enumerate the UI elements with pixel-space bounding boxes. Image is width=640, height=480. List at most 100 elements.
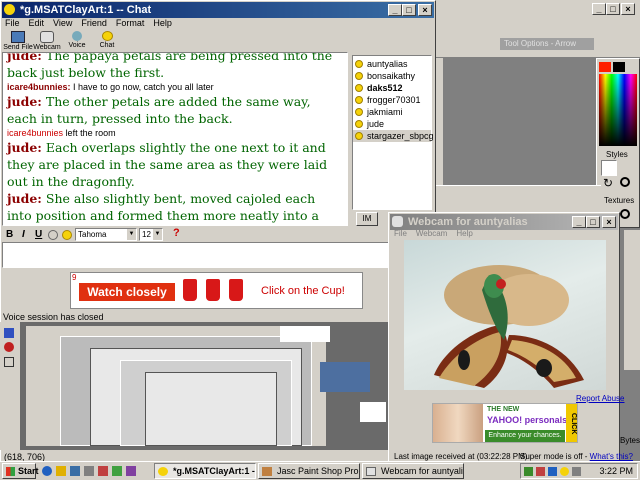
webcam-label: Webcam (33, 44, 61, 51)
tool-icon[interactable] (4, 328, 14, 338)
start-button[interactable]: Start (2, 463, 39, 479)
textures-label: Textures (604, 196, 635, 205)
underline-button[interactable]: U (35, 229, 42, 240)
chat-close-button[interactable]: × (418, 4, 432, 16)
ad-click: CLICK (566, 404, 577, 442)
font-size-select[interactable]: 12 ▼ (139, 228, 163, 241)
webcam-menu-help[interactable]: Help (456, 229, 472, 238)
buddy-item[interactable]: jude (353, 118, 431, 130)
webcam-menu-webcam[interactable]: Webcam (416, 229, 447, 238)
tool-icon[interactable] (4, 342, 14, 352)
app-icon[interactable] (126, 466, 136, 476)
im-button[interactable]: IM (356, 212, 378, 226)
bold-button[interactable]: B (6, 229, 13, 240)
desktop-icon[interactable] (70, 466, 80, 476)
ad-banner[interactable]: 9 Watch closely Click on the Cup! (70, 272, 363, 309)
italic-button[interactable]: I (22, 229, 25, 240)
buddy-item[interactable]: frogger70301 (353, 94, 431, 106)
clay-dragonfly-picture (434, 265, 584, 388)
webcam-menu-file[interactable]: File (394, 229, 407, 238)
chat-menu-bar: File Edit View Friend Format Help (5, 18, 181, 29)
send-file-button[interactable]: Send File (3, 31, 33, 53)
chevron-down-icon: ▼ (153, 229, 162, 240)
color-picker-spectrum[interactable] (599, 74, 637, 146)
tool-options-titlebar[interactable]: Tool Options - Arrow (500, 38, 594, 50)
chat-label: Chat (99, 42, 115, 49)
chat-titlebar[interactable]: *g.MSATClayArt:1 -- Chat (2, 2, 434, 18)
color-swatch-black[interactable] (613, 62, 625, 72)
no-texture-icon[interactable] (620, 209, 630, 219)
recursive-screenshot (20, 322, 390, 450)
buddy-item[interactable]: auntyalias (353, 58, 431, 70)
menu-friend[interactable]: Friend (81, 18, 107, 28)
buddy-list: auntyalias bonsaikathy daks512 frogger70… (352, 55, 434, 210)
quick-launch (40, 464, 150, 478)
psp-close-button[interactable]: × (621, 3, 635, 15)
chevron-down-icon: ▼ (127, 229, 136, 240)
psp-maximize-button[interactable]: □ (606, 3, 620, 15)
app-icon[interactable] (84, 466, 94, 476)
menu-file[interactable]: File (5, 18, 20, 28)
chat-app-icon (4, 4, 15, 15)
outlook-icon[interactable] (56, 466, 66, 476)
menu-edit[interactable]: Edit (29, 18, 45, 28)
send-file-icon (11, 31, 25, 43)
webcam-maximize-button[interactable]: □ (586, 216, 600, 228)
webcam-button[interactable]: Webcam (33, 31, 61, 53)
windows-logo-icon (6, 467, 15, 476)
taskbar-item-webcam[interactable]: Webcam for auntyalias (362, 463, 464, 479)
chat-message: jude: She also slightly bent, moved cajo… (7, 191, 319, 223)
message-input[interactable] (2, 242, 390, 268)
report-abuse-link[interactable]: Report Abuse (576, 394, 624, 403)
webcam-menu-bar: File Webcam Help (394, 229, 482, 238)
format-bar (2, 227, 390, 242)
buddy-item-selected[interactable]: stargazer_sbpcg (353, 130, 434, 142)
clock[interactable]: 3:22 PM (599, 466, 633, 476)
chat-task-icon (158, 467, 168, 476)
app-icon[interactable] (98, 466, 108, 476)
chat-maximize-button[interactable]: □ (402, 4, 416, 16)
bytes-label: Bytes (620, 436, 640, 445)
ad-number: 9 (72, 273, 77, 282)
buddy-item[interactable]: daks512 (353, 82, 431, 94)
tool-icon[interactable] (4, 357, 14, 367)
whats-this-link[interactable]: What's this? (590, 452, 633, 461)
chat-message: icare4bunnies left the room (7, 128, 116, 138)
webcam-minimize-button[interactable]: _ (572, 216, 586, 228)
style-swatch-1[interactable] (601, 160, 617, 176)
chat-message: jude: Each overlaps slightly the one nex… (7, 140, 328, 189)
voice-button[interactable]: Voice (64, 31, 90, 53)
menu-help[interactable]: Help (153, 18, 172, 28)
alert-icon[interactable]: ? (173, 227, 180, 239)
tray-icon[interactable] (524, 467, 533, 476)
tray-icon[interactable] (560, 467, 569, 476)
webcam-icon (40, 31, 54, 43)
yahoo-personals-ad[interactable]: THE NEW YAHOO! personals Enhance your ch… (432, 403, 578, 443)
tray-icon[interactable] (548, 467, 557, 476)
psp-minimize-button[interactable]: _ (592, 3, 606, 15)
buddy-item[interactable]: jakmiami (353, 106, 431, 118)
color-swatch-red[interactable] (599, 62, 611, 72)
no-style-icon[interactable] (620, 177, 630, 187)
smiley-icon (355, 132, 363, 140)
buddy-item[interactable]: bonsaikathy (353, 70, 431, 82)
ad-line-2: YAHOO! personals (487, 415, 568, 425)
webcam-close-button[interactable]: × (602, 216, 616, 228)
ad-headline: Watch closely (79, 283, 175, 301)
taskbar-item-psp[interactable]: Jasc Paint Shop Pro - Ima... (258, 463, 360, 479)
menu-view[interactable]: View (53, 18, 72, 28)
emoticon-icon[interactable] (48, 230, 58, 240)
chat-button[interactable]: Chat (94, 31, 120, 53)
chat-message: jude: The other petals are added the sam… (7, 94, 311, 126)
menu-format[interactable]: Format (116, 18, 145, 28)
smiley-picker-icon[interactable] (62, 230, 72, 240)
chat-minimize-button[interactable]: _ (388, 4, 402, 16)
psp-scrollbar[interactable] (624, 230, 640, 370)
taskbar-item-chat[interactable]: *g.MSATClayArt:1 -- Chat (154, 463, 256, 479)
ie-icon[interactable] (42, 466, 52, 476)
swap-arrow-icon[interactable]: ↻ (603, 176, 613, 190)
font-select[interactable]: Tahoma ▼ (75, 228, 137, 241)
app-icon[interactable] (112, 466, 122, 476)
tray-icon[interactable] (536, 467, 545, 476)
tray-icon[interactable] (572, 467, 581, 476)
